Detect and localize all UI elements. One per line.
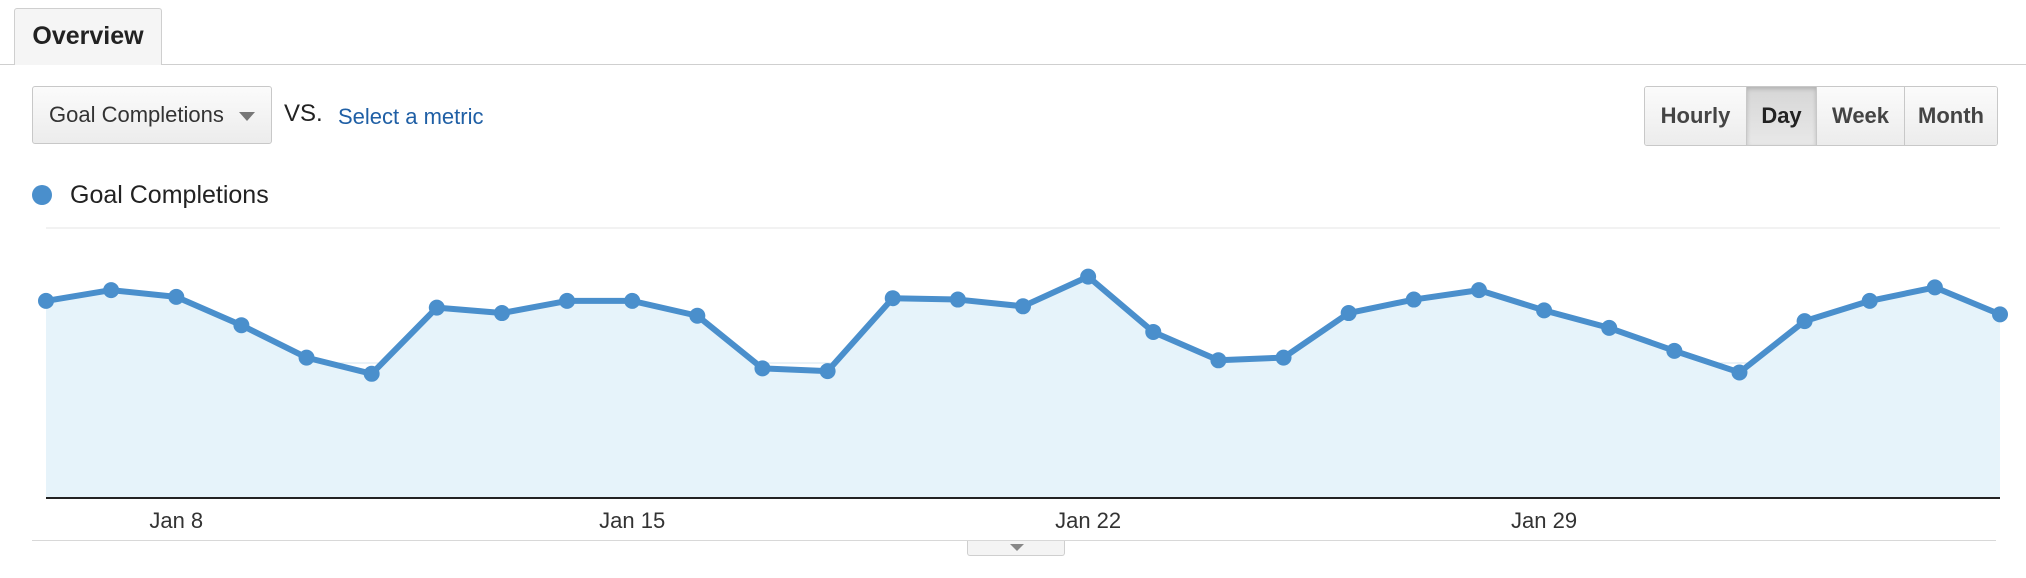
- goal-completions-chart: Jan 8 Jan 15 Jan 22 Jan 29: [38, 227, 2008, 533]
- data-point-3: [233, 317, 250, 334]
- data-point-13: [884, 290, 901, 307]
- tab-overview-label: Overview: [32, 22, 144, 50]
- tab-overview[interactable]: Overview: [14, 8, 162, 65]
- data-point-12: [819, 363, 836, 380]
- data-point-0: [38, 292, 54, 309]
- data-point-6: [428, 299, 445, 316]
- metric-dropdown-value: Goal Completions: [49, 102, 224, 127]
- data-point-11: [754, 360, 771, 377]
- data-point-16: [1080, 268, 1097, 285]
- data-point-29: [1926, 279, 1943, 296]
- data-point-19: [1275, 349, 1292, 366]
- data-point-4: [298, 349, 315, 366]
- legend-marker: [32, 185, 52, 205]
- data-point-28: [1861, 292, 1878, 309]
- expand-chart-handle[interactable]: [967, 541, 1065, 556]
- chevron-down-icon: [239, 112, 255, 121]
- data-point-23: [1536, 302, 1553, 319]
- x-tick-label: Jan 22: [1055, 508, 1121, 533]
- data-point-15: [1015, 298, 1031, 315]
- x-tick-label: Jan 15: [599, 508, 665, 533]
- period-month-button[interactable]: Month: [1905, 87, 1997, 145]
- data-point-2: [168, 288, 185, 305]
- data-point-30: [1992, 306, 2008, 323]
- select-metric-link[interactable]: Select a metric: [338, 104, 484, 130]
- data-point-26: [1731, 364, 1748, 381]
- data-point-25: [1666, 342, 1683, 359]
- data-point-20: [1340, 305, 1357, 322]
- vs-label: VS.: [284, 100, 323, 127]
- data-point-17: [1145, 323, 1162, 340]
- data-point-24: [1601, 319, 1618, 336]
- data-point-7: [493, 305, 510, 322]
- data-point-21: [1405, 291, 1422, 308]
- data-point-27: [1796, 313, 1813, 330]
- data-point-22: [1470, 282, 1487, 299]
- data-point-14: [949, 291, 966, 308]
- x-tick-label: Jan 8: [149, 508, 203, 533]
- metric-dropdown[interactable]: Goal Completions: [32, 86, 272, 144]
- data-point-9: [624, 292, 641, 309]
- period-day-button[interactable]: Day: [1747, 87, 1817, 145]
- legend-label: Goal Completions: [70, 180, 269, 209]
- data-point-18: [1210, 352, 1227, 369]
- data-point-8: [559, 292, 576, 309]
- x-tick-label: Jan 29: [1511, 508, 1577, 533]
- period-toggle-group: Hourly Day Week Month: [1644, 86, 1998, 146]
- chart-legend: Goal Completions: [32, 180, 269, 210]
- chevron-down-icon: [1010, 544, 1024, 551]
- data-point-1: [103, 282, 120, 299]
- data-point-5: [363, 365, 380, 382]
- period-week-button[interactable]: Week: [1817, 87, 1905, 145]
- tab-strip: Overview: [0, 0, 2026, 65]
- data-point-10: [689, 307, 706, 324]
- period-hourly-button[interactable]: Hourly: [1645, 87, 1747, 145]
